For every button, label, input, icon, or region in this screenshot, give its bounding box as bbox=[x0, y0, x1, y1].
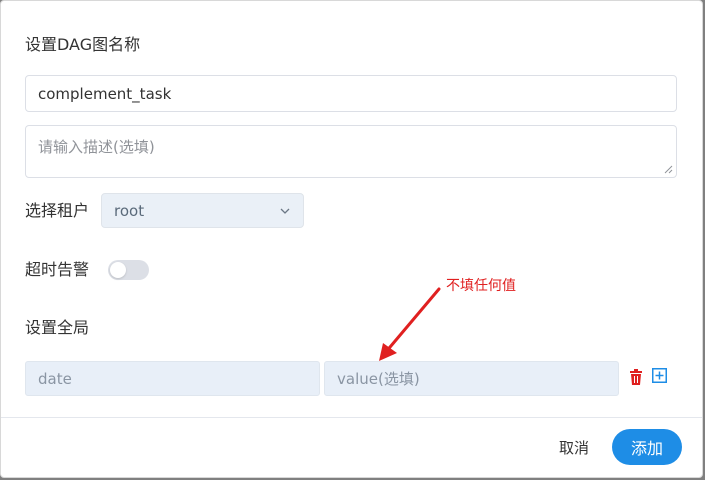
global-param-key-input[interactable]: date bbox=[25, 361, 320, 396]
global-param-value-placeholder: value(选填) bbox=[337, 370, 420, 388]
trash-icon[interactable] bbox=[629, 369, 643, 385]
tenant-label: 选择租户 bbox=[25, 201, 90, 220]
tenant-select[interactable]: root bbox=[101, 193, 304, 228]
description-textarea[interactable]: 请输入描述(选填) bbox=[25, 125, 677, 178]
add-button[interactable]: 添加 bbox=[612, 429, 682, 465]
dag-name-value: complement_task bbox=[38, 84, 172, 103]
cancel-button[interactable]: 取消 bbox=[546, 431, 602, 463]
timeout-toggle[interactable] bbox=[108, 260, 149, 280]
dag-settings-dialog: 设置DAG图名称 complement_task 请输入描述(选填) 选择租户 … bbox=[0, 0, 703, 478]
resize-handle-icon[interactable] bbox=[664, 165, 673, 174]
chevron-down-icon bbox=[280, 208, 290, 214]
tenant-value: root bbox=[114, 201, 145, 220]
toggle-knob bbox=[110, 262, 126, 278]
global-param-key: date bbox=[38, 369, 72, 388]
global-param-value-input[interactable]: value(选填) bbox=[324, 361, 619, 396]
annotation-text: 不填任何值 bbox=[446, 278, 516, 294]
dag-name-title: 设置DAG图名称 bbox=[25, 35, 141, 54]
plus-square-icon[interactable] bbox=[652, 368, 667, 383]
annotation-arrow bbox=[379, 287, 441, 361]
dag-name-input[interactable]: complement_task bbox=[25, 75, 677, 112]
footer-divider bbox=[1, 417, 702, 418]
global-section-title: 设置全局 bbox=[25, 318, 90, 337]
description-placeholder: 请输入描述(选填) bbox=[38, 138, 155, 156]
timeout-label: 超时告警 bbox=[25, 260, 90, 279]
